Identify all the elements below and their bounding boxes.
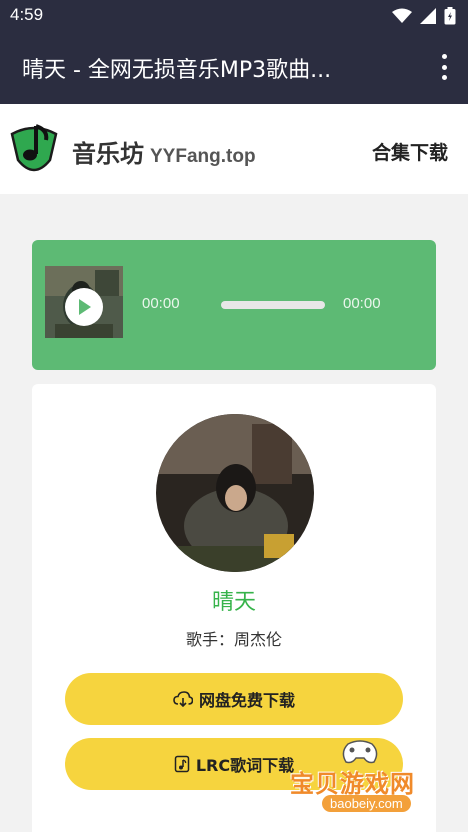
album-art-image (156, 414, 314, 572)
status-time: 4:59 (10, 5, 44, 24)
netdisk-download-button[interactable]: 网盘免费下载 (65, 673, 403, 725)
watermark-text: 宝贝游戏网 (290, 770, 415, 798)
audio-player: 00:00 00:00 (32, 240, 436, 370)
artist-line: 歌手：周杰伦 (185, 630, 282, 649)
brand-domain: YYFang.top (150, 146, 256, 167)
gamepad-icon (342, 740, 378, 764)
signal-icon (420, 8, 436, 24)
wifi-icon (392, 8, 412, 23)
status-icons (392, 7, 456, 25)
collection-download-link[interactable]: 合集下载 (372, 138, 448, 165)
lrc-download-label: LRC歌词下载 (195, 756, 295, 775)
watermark: 宝贝游戏网 baobeiy.com (282, 738, 462, 828)
progress-slider[interactable] (221, 301, 325, 309)
app-bar: 晴天 - 全网无损音乐MP3歌曲... (0, 32, 468, 104)
cloud-download-icon (173, 691, 193, 707)
page-title: 晴天 - 全网无损音乐MP3歌曲... (22, 58, 332, 83)
play-icon (79, 299, 91, 315)
music-note-logo-icon[interactable] (6, 120, 62, 180)
site-brand[interactable]: 音乐坊 YYFang.top (72, 134, 256, 169)
site-header: 音乐坊 YYFang.top 合集下载 (0, 104, 468, 194)
more-options-icon[interactable] (440, 54, 448, 80)
status-bar: 4:59 (0, 0, 468, 32)
lyrics-file-icon (174, 755, 190, 773)
current-time: 00:00 (142, 295, 180, 312)
battery-icon (444, 7, 456, 25)
watermark-url: baobeiy.com (322, 795, 411, 812)
brand-name: 音乐坊 (72, 140, 144, 168)
netdisk-download-label: 网盘免费下载 (198, 691, 295, 710)
duration-time: 00:00 (343, 295, 381, 312)
song-title: 晴天 (211, 590, 256, 615)
play-button[interactable] (65, 288, 103, 326)
